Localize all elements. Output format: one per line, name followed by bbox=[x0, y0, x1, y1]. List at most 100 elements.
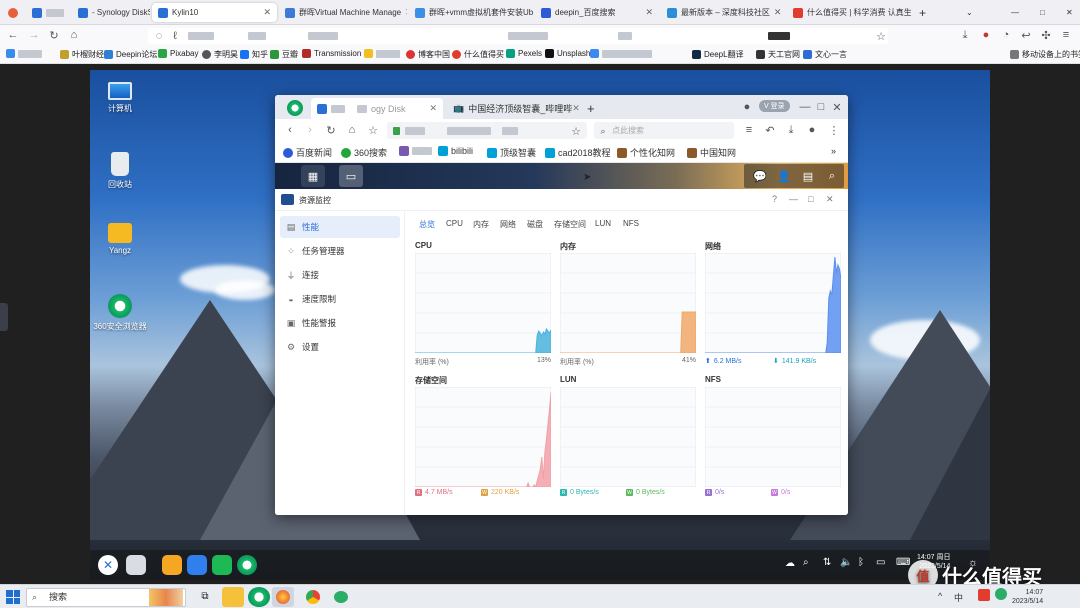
bookmark-item[interactable]: 顶级智囊 bbox=[487, 146, 536, 159]
task-view-icon[interactable]: ⧉ bbox=[194, 587, 216, 607]
sidebar-handle[interactable] bbox=[0, 303, 8, 331]
bookmark-blurred[interactable] bbox=[399, 146, 432, 156]
minimize-button[interactable]: — bbox=[789, 194, 798, 204]
tab-lun[interactable]: LUN bbox=[595, 219, 611, 228]
host-url-bar[interactable]: ◌ ℓ ☆ bbox=[148, 28, 888, 44]
mobile-bookmarks-folder[interactable]: 移动设备上的书签 bbox=[1010, 49, 1080, 60]
sidebar-item-speed-limit[interactable]: ◒ 速度限制 bbox=[280, 288, 400, 310]
user-icon[interactable]: 👤 bbox=[772, 165, 796, 187]
bookmark-blurred[interactable] bbox=[6, 49, 42, 58]
tab-cpu[interactable]: CPU bbox=[446, 219, 463, 228]
reload-icon[interactable]: ↻ bbox=[324, 123, 338, 137]
tab-disk[interactable]: 磁盘 bbox=[527, 219, 543, 230]
maximize-button[interactable]: □ bbox=[808, 194, 813, 204]
desktop-icon-trash[interactable]: 回收站 bbox=[90, 152, 150, 190]
close-button[interactable]: ✕ bbox=[826, 194, 834, 205]
360-browser-taskbar-icon[interactable] bbox=[248, 587, 270, 607]
bookmark-item[interactable]: DeepL翻译 bbox=[692, 49, 744, 60]
favorite-star-icon[interactable]: ☆ bbox=[366, 123, 380, 137]
search-icon[interactable]: ⌕ bbox=[803, 557, 809, 568]
desktop-icon-computer[interactable]: 计算机 bbox=[90, 82, 150, 114]
windows-start-icon[interactable] bbox=[6, 590, 20, 604]
bookmark-item[interactable]: 叶榴财经 bbox=[60, 49, 104, 60]
desktop-icon-360-browser[interactable]: 360安全浏览器 bbox=[90, 294, 150, 332]
host-tab-deepin-community[interactable]: 最新版本 – 深度科技社区 ✕ bbox=[661, 3, 785, 22]
grid-icon[interactable]: ▦ bbox=[301, 165, 325, 187]
back-icon[interactable]: ‹ bbox=[283, 123, 297, 137]
tab-volume[interactable]: 存储空间 bbox=[554, 219, 586, 230]
desktop-icon-home-folder[interactable]: Yangz bbox=[90, 223, 150, 255]
bookmark-item[interactable]: 天工官网 bbox=[756, 49, 800, 60]
tab-list-icon[interactable]: ⌄ bbox=[960, 3, 974, 22]
host-tab-synology[interactable]: - Synology DiskSt✕ bbox=[72, 3, 150, 22]
share-icon[interactable]: ↩ bbox=[1019, 28, 1033, 42]
reading-list-icon[interactable]: ≡ bbox=[742, 123, 756, 137]
search-icon[interactable]: ⌕ bbox=[820, 165, 844, 187]
menu-icon[interactable]: ⋮ bbox=[827, 123, 841, 137]
help-button[interactable]: ? bbox=[772, 194, 777, 204]
tab-memory[interactable]: 内存 bbox=[473, 219, 489, 230]
bookmark-blurred[interactable] bbox=[364, 49, 400, 58]
home-icon[interactable]: ⌂ bbox=[345, 123, 359, 137]
reload-icon[interactable]: ↻ bbox=[47, 28, 61, 42]
browser-search-box[interactable]: ⌕ 点此搜索 bbox=[594, 122, 734, 139]
start-menu-icon[interactable]: ✕ bbox=[98, 555, 118, 575]
tab-network[interactable]: 网络 bbox=[500, 219, 516, 230]
file-manager-icon[interactable] bbox=[162, 555, 182, 575]
bookmark-item[interactable]: Pixabay bbox=[158, 49, 198, 58]
record-icon[interactable]: ● bbox=[740, 100, 754, 114]
window-close-icon[interactable]: ✕ bbox=[1060, 3, 1074, 22]
cloud-icon[interactable]: ☁ bbox=[785, 558, 795, 569]
tab-overview[interactable]: 总览 bbox=[419, 219, 435, 230]
close-icon[interactable]: ✕ bbox=[429, 103, 437, 114]
360-browser-dock-icon[interactable] bbox=[237, 555, 257, 575]
bookmark-item[interactable]: Transmission bbox=[302, 49, 361, 58]
tray-input-icon[interactable]: 中 bbox=[954, 591, 963, 604]
tab-nfs[interactable]: NFS bbox=[623, 219, 639, 228]
host-tab-smzdm[interactable]: 什么值得买 | 科学消费 认真生活✕ bbox=[787, 3, 911, 22]
browser-url-bar[interactable]: ☆ bbox=[387, 122, 587, 139]
bookmark-item[interactable]: Deepin论坛 bbox=[104, 49, 157, 60]
wps-icon[interactable] bbox=[187, 555, 207, 575]
window-minimize-icon[interactable]: — bbox=[1005, 3, 1019, 22]
bookmark-item[interactable]: 个性化知网 bbox=[617, 146, 675, 159]
account-icon[interactable]: ◔ bbox=[999, 28, 1013, 42]
close-icon[interactable]: ✕ bbox=[572, 103, 580, 114]
shield-icon[interactable]: ◌ bbox=[152, 29, 166, 43]
bluetooth-icon[interactable]: ᛒ bbox=[858, 557, 864, 568]
bookmark-item[interactable]: 博客中国 bbox=[406, 49, 450, 60]
tray-wechat-icon[interactable] bbox=[995, 588, 1007, 600]
extensions-puzzle-icon[interactable]: ✣ bbox=[1039, 28, 1053, 42]
bookmark-star-icon[interactable]: ☆ bbox=[569, 124, 583, 138]
tray-expand-icon[interactable]: ^ bbox=[938, 591, 942, 601]
close-icon[interactable]: ✕ bbox=[641, 7, 653, 18]
host-tab-vmm-install[interactable]: 群晖+vmm虚拟机套件安装Ub✕ bbox=[409, 3, 533, 22]
host-tab-vmm[interactable]: 群晖Virtual Machine Manage✕ bbox=[279, 3, 407, 22]
chrome-taskbar-icon[interactable] bbox=[302, 587, 324, 607]
download-icon[interactable]: ⤓ bbox=[958, 28, 972, 42]
site-info-icon[interactable]: ℓ bbox=[168, 29, 182, 43]
download-icon[interactable]: ⤓ bbox=[784, 123, 798, 137]
notification-icon[interactable]: ▭ bbox=[876, 557, 885, 568]
host-tab-kylin10[interactable]: Kylin10 ✕ bbox=[152, 3, 277, 22]
bookmark-item[interactable]: 百度新闻 bbox=[283, 146, 332, 159]
account-icon[interactable]: ● bbox=[805, 123, 819, 137]
bookmark-blurred[interactable] bbox=[590, 49, 652, 58]
new-tab-button[interactable]: + bbox=[581, 98, 601, 119]
back-icon[interactable]: ← bbox=[6, 28, 20, 42]
host-tab-blurred[interactable] bbox=[26, 3, 70, 22]
monitor-icon[interactable]: ▭ bbox=[339, 165, 363, 187]
chat-icon[interactable]: 💬 bbox=[748, 165, 772, 187]
bookmark-item[interactable]: 什么值得买 bbox=[452, 49, 504, 60]
window-minimize-icon[interactable]: — bbox=[798, 100, 812, 114]
sidebar-item-settings[interactable]: ⚙ 设置 bbox=[280, 336, 400, 358]
firefox-taskbar-icon[interactable] bbox=[272, 587, 294, 607]
bookmark-item[interactable]: bilibili bbox=[438, 146, 473, 156]
bookmark-item[interactable]: 360搜索 bbox=[341, 146, 387, 159]
sidebar-item-performance[interactable]: ▤ 性能 bbox=[280, 216, 400, 238]
vip-login-badge[interactable]: V 登录 bbox=[759, 100, 790, 112]
new-tab-button[interactable]: + bbox=[913, 3, 931, 22]
undo-icon[interactable]: ↶ bbox=[763, 123, 777, 137]
window-maximize-icon[interactable]: □ bbox=[1034, 3, 1048, 22]
windows-clock[interactable]: 14:07 2023/5/14 bbox=[1012, 588, 1043, 606]
